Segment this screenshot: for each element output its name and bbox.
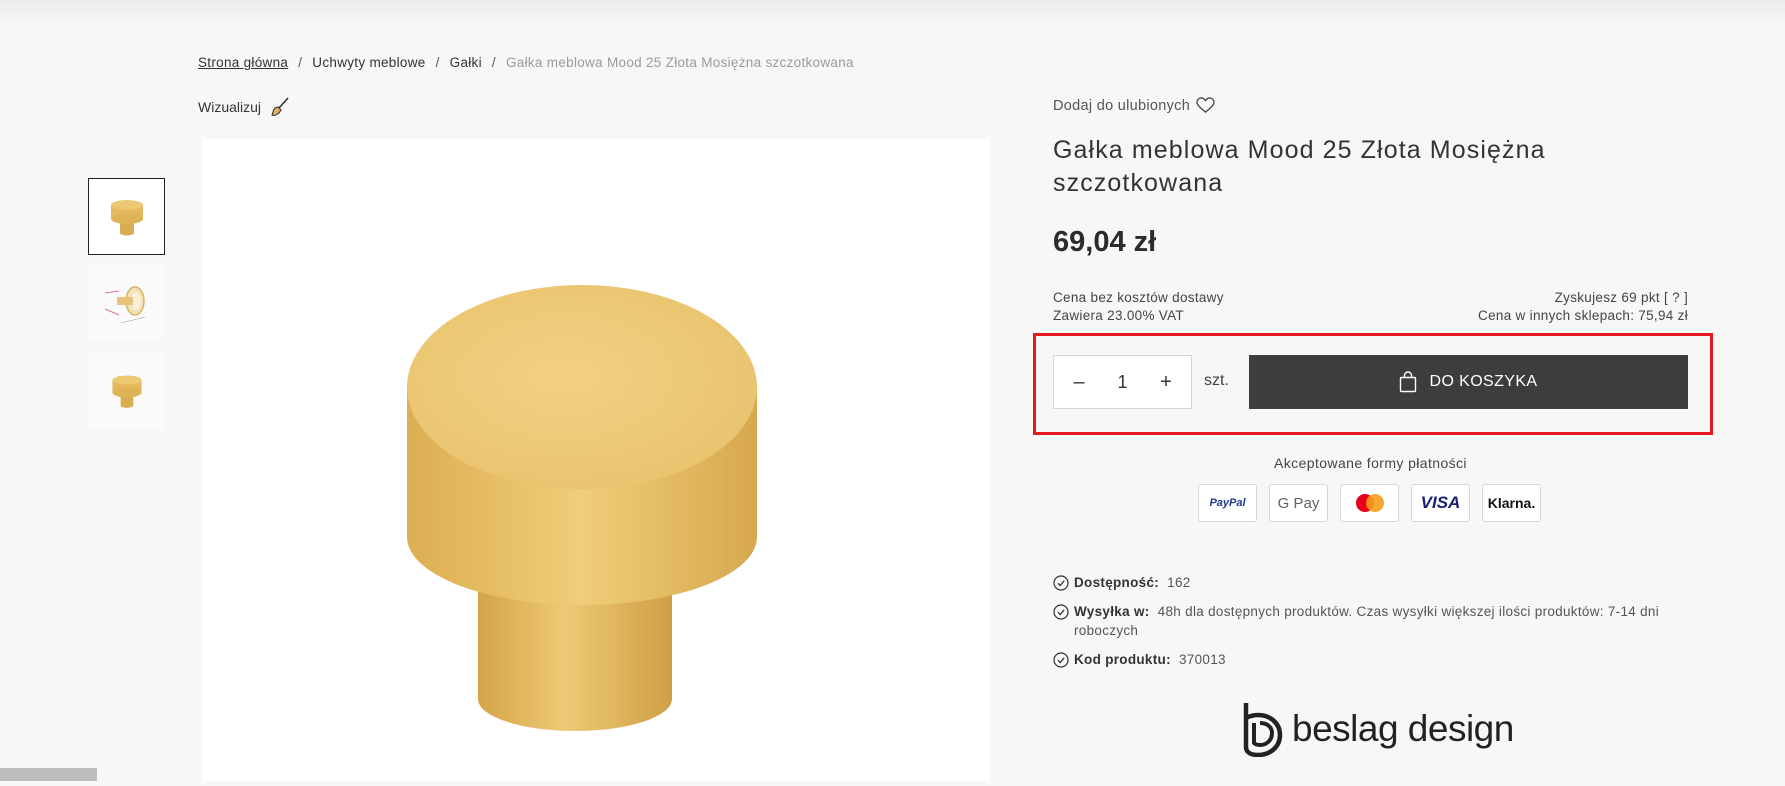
vat-note: Zawiera 23.00% VAT — [1053, 308, 1184, 323]
other-shops-price: Cena w innych sklepach: 75,94 zł — [1478, 308, 1688, 323]
knob-thumbnail-image — [111, 375, 142, 408]
heart-icon — [1196, 97, 1215, 113]
shipping-label: Wysyłka w: — [1074, 604, 1150, 619]
shipping-text: Wysyłka w: 48h dla dostępnych produktów.… — [1074, 602, 1693, 640]
product-details: Dostępność: 162 Wysyłka w: 48h dla dostę… — [1053, 573, 1693, 679]
breadcrumb-knobs-link[interactable]: Gałki — [450, 55, 482, 70]
loyalty-info: Zyskujesz 69 pkt [ ? ] Cena w innych skl… — [1478, 289, 1688, 325]
corner-widget[interactable] — [0, 768, 97, 781]
product-code-label: Kod produktu: — [1074, 652, 1171, 667]
loyalty-points-link[interactable]: Zyskujesz 69 pkt [ ? ] — [1478, 289, 1688, 307]
shopping-bag-icon — [1400, 371, 1417, 393]
price-notes: Cena bez kosztów dostawy Zawiera 23.00% … — [1053, 289, 1224, 325]
quantity-stepper: – + — [1053, 355, 1192, 409]
mastercard-icon — [1355, 494, 1384, 512]
paintbrush-icon — [271, 97, 289, 116]
visualize-label: Wizualizuj — [198, 99, 262, 115]
thumbnail-2[interactable]: . — [88, 265, 165, 342]
add-to-cart-button[interactable]: DO KOSZYKA — [1249, 355, 1688, 409]
product-title: Gałka meblowa Mood 25 Złota Mosiężna szc… — [1053, 136, 1546, 197]
availability-value: 162 — [1167, 575, 1191, 590]
quantity-input[interactable] — [1102, 371, 1143, 393]
breadcrumb-separator: / — [435, 55, 440, 70]
visa-text: VISA — [1420, 493, 1461, 512]
breadcrumb: Strona główna / Uchwyty meblowe / Gałki … — [198, 55, 854, 70]
breadcrumb-home-link[interactable]: Strona główna — [198, 55, 288, 70]
breadcrumb-separator: / — [491, 55, 496, 70]
check-circle-icon — [1053, 652, 1069, 668]
product-code-value: 370013 — [1179, 652, 1226, 667]
add-to-cart-label: DO KOSZYKA — [1429, 373, 1538, 390]
paypal-logo: PayPal — [1198, 484, 1257, 522]
mastercard-logo — [1340, 484, 1399, 522]
add-to-favorites-button[interactable]: Dodaj do ulubionych — [1053, 97, 1215, 114]
thumbnail-3[interactable] — [88, 352, 165, 429]
product-code-text: Kod produktu: 370013 — [1074, 650, 1226, 669]
availability-label: Dostępność: — [1074, 575, 1160, 590]
shipping-note: Cena bez kosztów dostawy — [1053, 290, 1224, 305]
product-code-row: Kod produktu: 370013 — [1053, 650, 1693, 669]
paypal-text: PayPal — [1209, 497, 1246, 509]
gold-knob-image — [407, 285, 757, 731]
thumbnail-list: . — [88, 178, 166, 439]
product-main-image[interactable] — [202, 139, 990, 781]
availability-text: Dostępność: 162 — [1074, 573, 1191, 592]
product-price: 69,04 zł — [1053, 226, 1157, 258]
availability-row: Dostępność: 162 — [1053, 573, 1693, 592]
klarna-logo: Klarna. — [1482, 484, 1541, 522]
quantity-decrease-button[interactable]: – — [1066, 369, 1092, 395]
visualize-button[interactable]: Wizualizuj — [198, 96, 291, 118]
google-pay-text: G Pay — [1277, 494, 1320, 512]
google-pay-logo: G Pay — [1269, 484, 1328, 522]
check-circle-icon — [1053, 575, 1069, 591]
thumbnail-caption: . — [161, 336, 163, 342]
beslag-design-icon — [1243, 703, 1283, 757]
quantity-increase-button[interactable]: + — [1153, 369, 1179, 395]
shipping-value: 48h dla dostępnych produktów. Czas wysył… — [1074, 604, 1660, 638]
shipping-row: Wysyłka w: 48h dla dostępnych produktów.… — [1053, 602, 1693, 640]
thumbnail-1[interactable] — [88, 178, 165, 255]
top-shade — [0, 0, 1785, 26]
knob-dimensions-thumbnail-image — [104, 285, 145, 323]
payment-methods-heading: Akceptowane formy płatności — [1274, 455, 1467, 471]
check-circle-icon — [1053, 604, 1069, 620]
breadcrumb-handles-link[interactable]: Uchwyty meblowe — [312, 55, 425, 70]
klarna-text: Klarna. — [1487, 495, 1536, 511]
visa-logo: VISA — [1411, 484, 1470, 522]
payment-methods-list: PayPal G Pay VISA Klarna. — [1198, 484, 1541, 522]
knob-thumbnail-image — [110, 199, 143, 235]
brand-logo: beslag design — [1240, 701, 1514, 757]
quantity-unit: szt. — [1204, 372, 1229, 389]
brand-name: beslag design — [1292, 708, 1514, 749]
breadcrumb-current: Gałka meblowa Mood 25 Złota Mosiężna szc… — [505, 55, 854, 70]
breadcrumb-separator: / — [298, 55, 303, 70]
favorites-label: Dodaj do ulubionych — [1053, 97, 1191, 114]
